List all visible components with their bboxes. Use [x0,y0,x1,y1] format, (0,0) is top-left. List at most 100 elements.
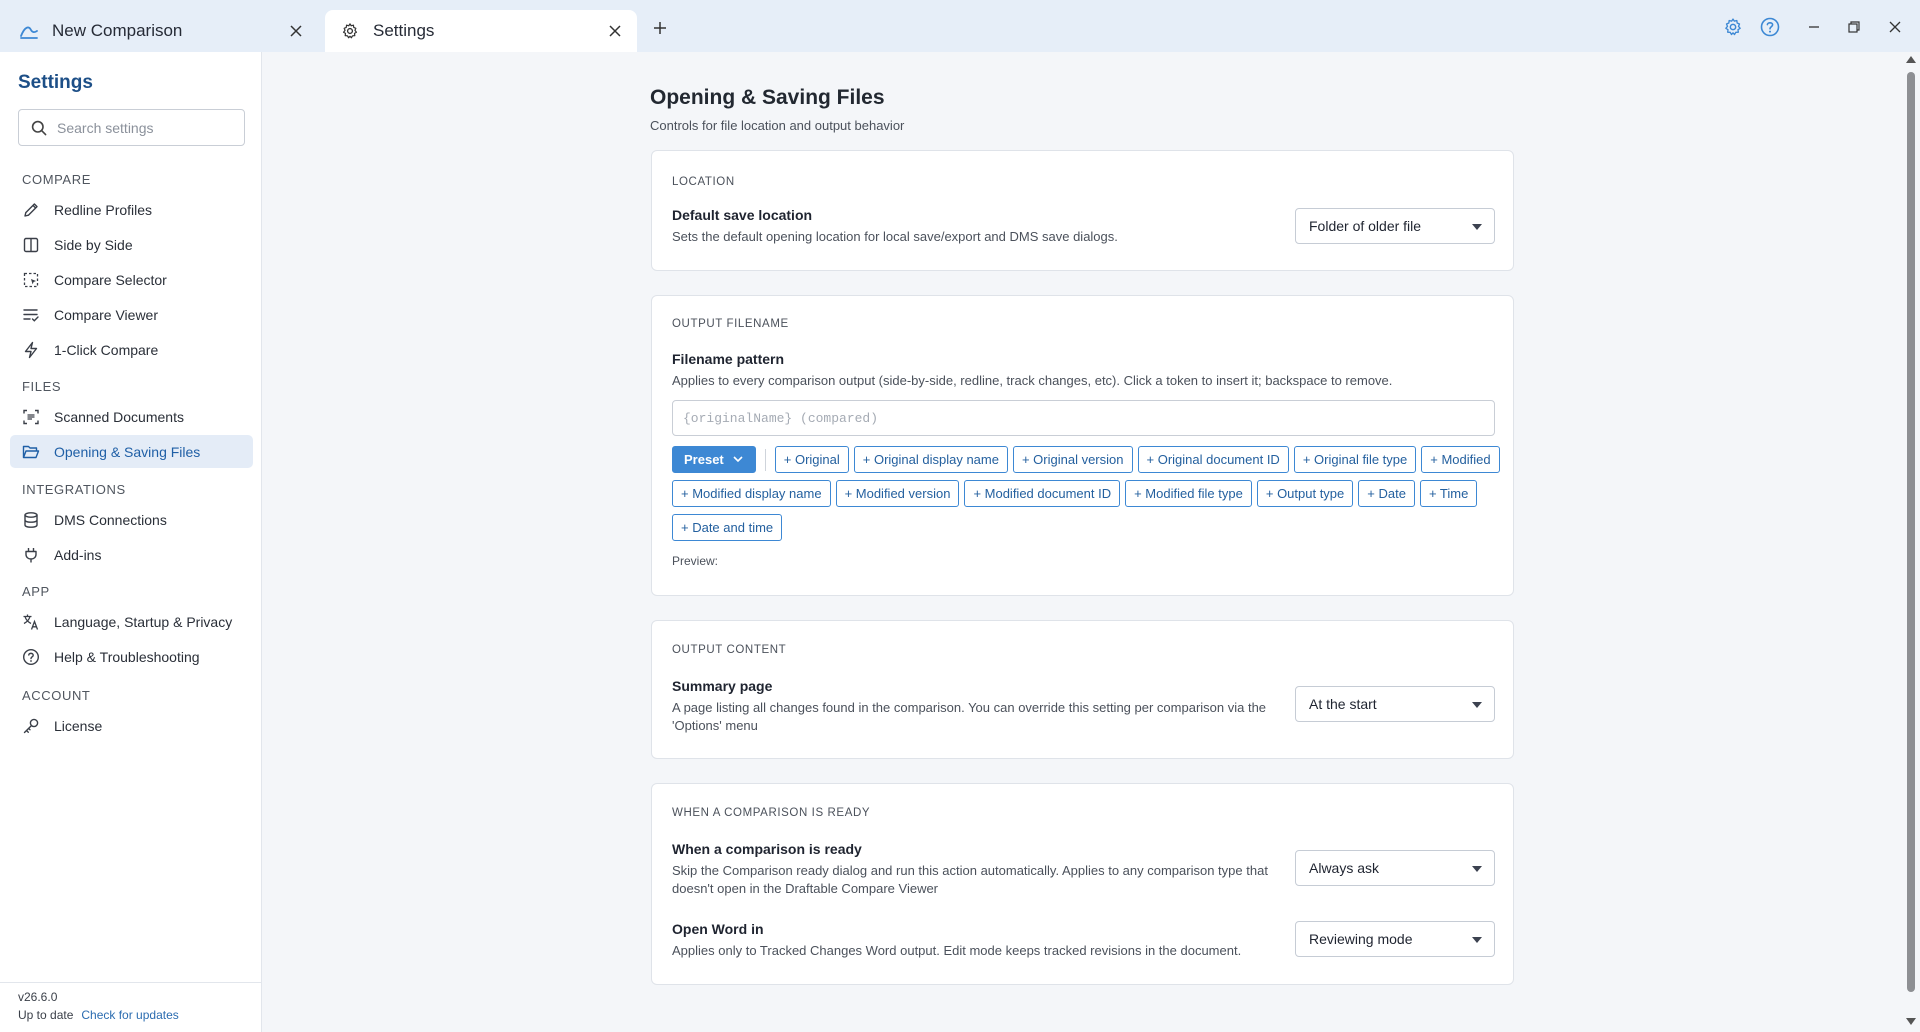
tab-label: New Comparison [52,21,183,40]
settings-sidebar: Settings COMPARE Redline Profiles Side b… [0,52,262,1032]
setting-description: Skip the Comparison ready dialog and run… [672,863,1268,896]
location-card: LOCATION Default save location Sets the … [651,150,1514,271]
setting-title: Filename pattern [672,351,785,367]
token-original[interactable]: + Original [774,446,849,473]
setting-description: A page listing all changes found in the … [672,700,1267,733]
gear-icon [1725,18,1741,36]
tab-bar: New Comparison Settings [0,0,1920,52]
new-tab-button[interactable] [648,16,672,40]
scroll-up-icon[interactable] [1906,56,1916,63]
token-modified-version[interactable]: + Modified version [835,480,960,507]
search-input[interactable] [57,119,237,136]
comparison-ready-action-select[interactable]: Always ask [1295,850,1495,886]
sidebar-item-label: Scanned Documents [54,408,184,425]
sidebar-item-redline-profiles[interactable]: Redline Profiles [10,193,253,226]
open-word-mode-select[interactable]: Reviewing mode [1295,921,1495,957]
token-original-version[interactable]: + Original version [1012,446,1133,473]
restore-icon [1848,21,1860,33]
token-modified-file-type[interactable]: + Modified file type [1125,480,1252,507]
token-time[interactable]: + Time [1419,480,1478,507]
scrollbar-thumb[interactable] [1907,72,1915,992]
default-save-location-select[interactable]: Folder of older file [1295,208,1495,244]
sidebar-item-label: 1-Click Compare [54,341,159,358]
token-modified[interactable]: + Modified [1421,446,1500,473]
sidebar-item-label: Side by Side [54,236,133,253]
close-icon[interactable] [605,21,625,41]
update-status-row: Up to date Check for updates [18,1008,179,1022]
scan-icon [22,408,40,426]
sidebar-item-opening-saving-files[interactable]: Opening & Saving Files [10,435,253,468]
sidebar-title: Settings [18,72,93,93]
section-label: OUTPUT FILENAME [672,318,789,330]
settings-button[interactable] [1720,14,1746,40]
output-content-card: OUTPUT CONTENT Summary page A page listi… [651,620,1514,759]
columns-icon [22,236,40,254]
scroll-down-icon[interactable] [1906,1018,1916,1025]
chevron-down-icon [733,456,743,463]
select-value: Always ask [1309,860,1380,876]
sidebar-item-1-click-compare[interactable]: 1-Click Compare [10,333,253,366]
help-icon [1760,17,1780,37]
check-for-updates-link[interactable]: Check for updates [81,1008,178,1022]
sidebar-item-label: Add-ins [54,546,102,563]
gear-icon [339,20,361,42]
tab-new-comparison[interactable]: New Comparison [0,10,318,52]
sidebar-item-side-by-side[interactable]: Side by Side [10,228,253,261]
minimize-button[interactable] [1801,14,1827,40]
sidebar-item-scanned-documents[interactable]: Scanned Documents [10,400,253,433]
section-label: LOCATION [672,176,735,188]
token-original-document-id[interactable]: + Original document ID [1137,446,1289,473]
section-label: OUTPUT CONTENT [672,644,787,656]
sidebar-item-label: Compare Selector [54,271,167,288]
select-value: Folder of older file [1309,218,1422,234]
sidebar-item-add-ins[interactable]: Add-ins [10,538,253,571]
token-list: Preset + Original + Original display nam… [672,446,1502,541]
token-modified-document-id[interactable]: + Modified document ID [964,480,1121,507]
token-date-and-time[interactable]: + Date and time [672,514,783,541]
divider [764,448,766,471]
when-ready-card: WHEN A COMPARISON IS READY When a compar… [651,783,1514,985]
help-button[interactable] [1757,14,1783,40]
token-modified-display-name[interactable]: + Modified display name [672,480,831,507]
selection-icon [22,271,40,289]
translate-icon [22,613,40,631]
setting-description: Applies to every comparison output (side… [672,373,1393,388]
plug-icon [22,546,40,564]
setting-description: Sets the default opening location for lo… [672,229,1118,244]
sidebar-item-language-startup-privacy[interactable]: Language, Startup & Privacy [10,605,253,638]
database-icon [22,511,40,529]
setting-description: Applies only to Tracked Changes Word out… [672,943,1242,958]
summary-page-select[interactable]: At the start [1295,686,1495,722]
token-original-display-name[interactable]: + Original display name [853,446,1008,473]
filename-pattern-input[interactable] [672,400,1495,436]
close-icon[interactable] [286,21,306,41]
search-box[interactable] [18,109,245,146]
token-original-file-type[interactable]: + Original file type [1293,446,1417,473]
sidebar-item-license[interactable]: License [10,709,253,742]
sidebar-item-help-troubleshooting[interactable]: Help & Troubleshooting [10,640,253,673]
page-title: Opening & Saving Files [650,86,885,109]
pencil-icon [22,201,40,219]
folder-open-icon [22,443,40,461]
token-output-type[interactable]: + Output type [1256,480,1354,507]
restore-button[interactable] [1841,14,1867,40]
select-value: At the start [1309,696,1377,712]
tab-settings[interactable]: Settings [325,10,637,52]
sidebar-item-compare-viewer[interactable]: Compare Viewer [10,298,253,331]
caret-down-icon [1472,937,1482,943]
window-close-button[interactable] [1882,14,1908,40]
sidebar-item-dms-connections[interactable]: DMS Connections [10,503,253,536]
group-label-app: APP [22,584,50,599]
token-date[interactable]: + Date [1358,480,1415,507]
sidebar-item-compare-selector[interactable]: Compare Selector [10,263,253,296]
help-circle-icon [22,648,40,666]
preset-label: Preset [684,452,724,467]
plus-icon [654,22,666,34]
group-label-integrations: INTEGRATIONS [22,482,126,497]
version-label: v26.6.0 [18,990,58,1004]
setting-title: Default save location [672,207,813,223]
group-label-account: ACCOUNT [22,688,91,703]
sidebar-item-label: License [54,717,103,734]
preset-button[interactable]: Preset [672,446,756,473]
sidebar-item-label: Language, Startup & Privacy [54,613,233,630]
